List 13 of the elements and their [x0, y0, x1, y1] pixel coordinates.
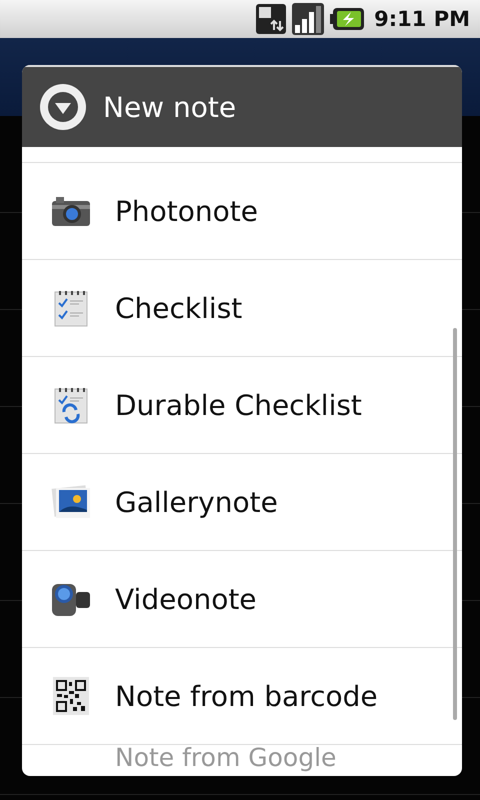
qr-code-icon: [53, 677, 89, 715]
camera-icon: [51, 195, 91, 227]
menu-item[interactable]: Photonote: [22, 163, 462, 260]
signal-icon: [292, 3, 324, 35]
menu-item[interactable]: Checklist: [22, 260, 462, 357]
battery-charging-icon: [330, 8, 364, 30]
clock-text: 9:11 PM: [374, 7, 470, 31]
image-icon: [51, 484, 91, 520]
dropdown-circle-icon: [39, 83, 87, 131]
scrollbar[interactable]: [453, 328, 457, 720]
checklist-icon: [54, 289, 88, 327]
checklist-sync-icon: [54, 386, 88, 424]
dialog-title: New note: [103, 90, 236, 124]
